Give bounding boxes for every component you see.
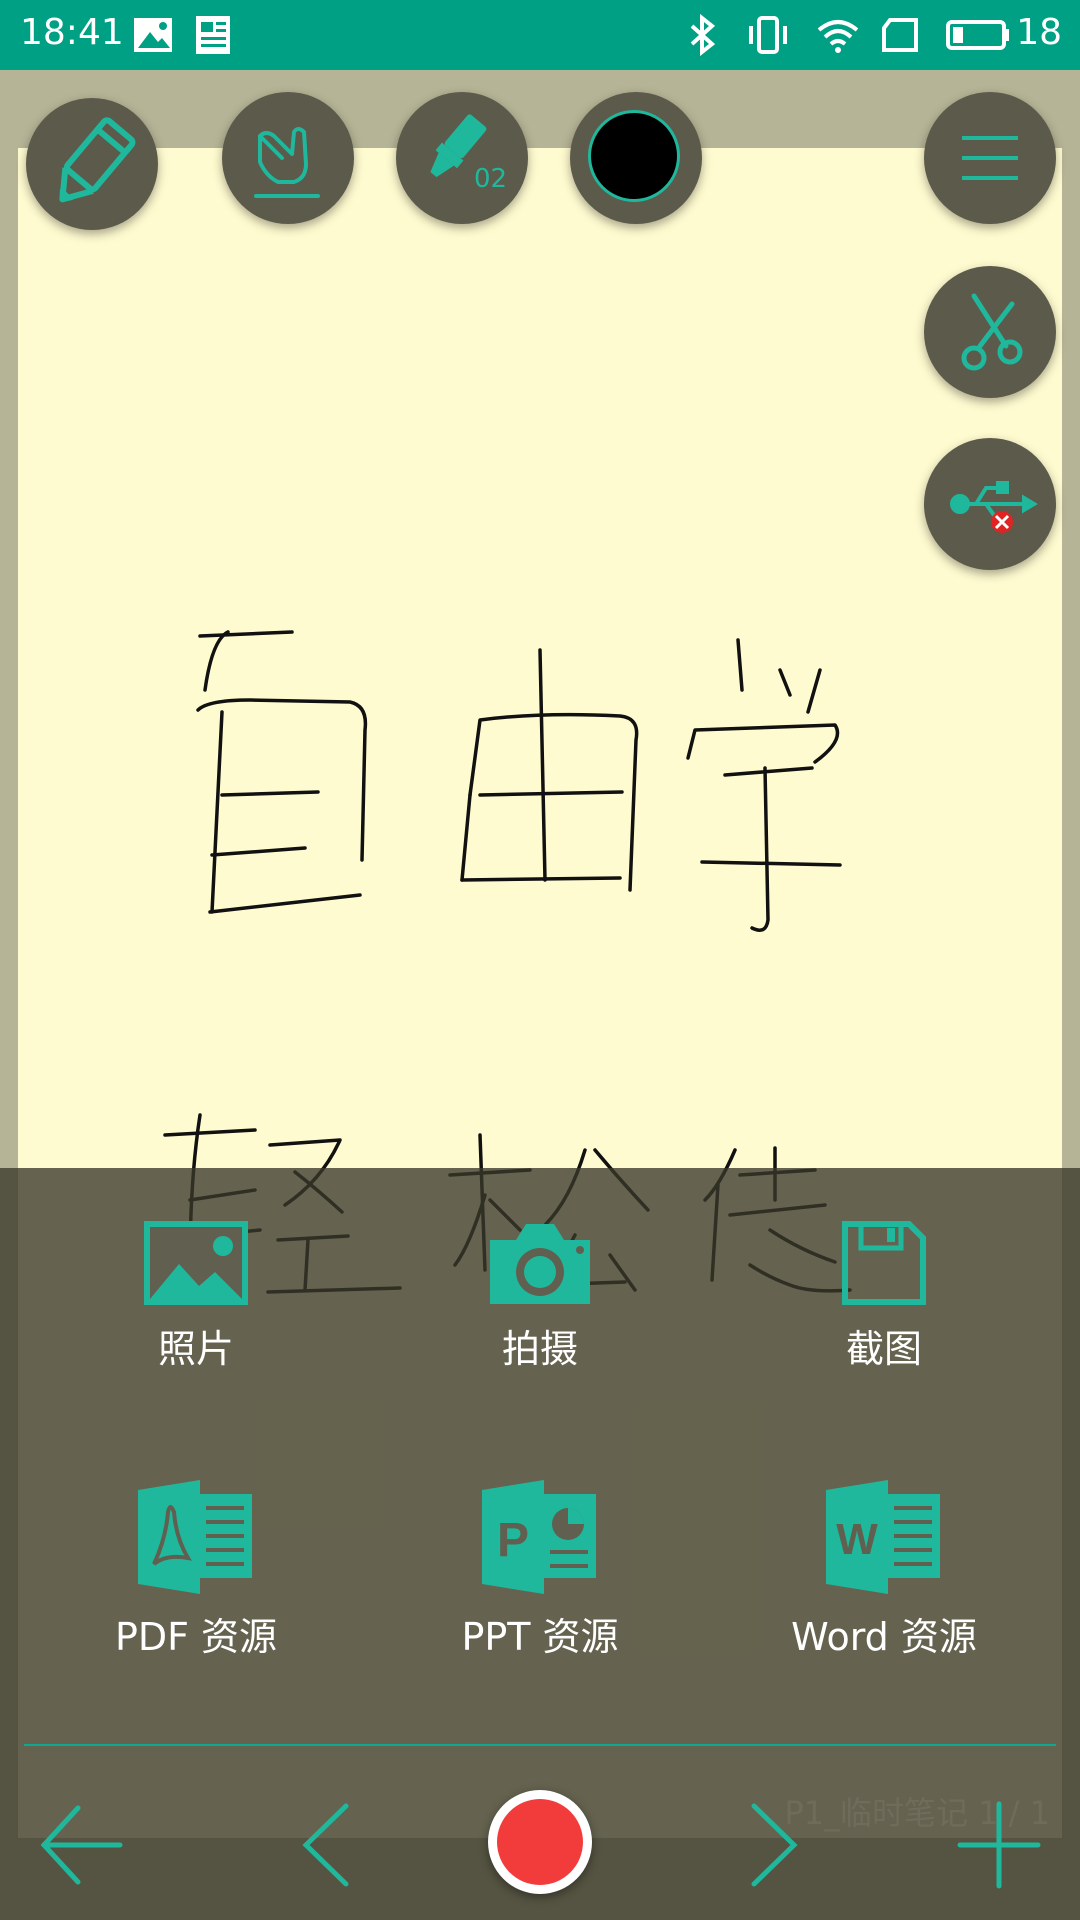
camera-option[interactable]: 拍摄 (390, 1218, 690, 1373)
scissors-button[interactable] (924, 266, 1056, 398)
marker-tool-button[interactable]: 02 (396, 92, 528, 224)
save-disk-icon (842, 1221, 926, 1305)
status-bar: 18:41 18 (0, 0, 1080, 70)
image-icon (134, 18, 172, 52)
pencil-icon (59, 117, 136, 203)
color-picker-button[interactable] (570, 92, 702, 224)
wifi-icon (817, 20, 859, 53)
word-resource-option[interactable]: W Word 资源 (734, 1478, 1034, 1661)
pdf-resource-label: PDF 资源 (114, 1615, 278, 1659)
sim-icon (882, 18, 918, 52)
pdf-resource-option[interactable]: PDF 资源 (46, 1478, 346, 1661)
highlighter-icon (430, 114, 487, 178)
ppt-resource-option[interactable]: P PPT 资源 (390, 1478, 690, 1661)
battery-level: 18 (1016, 12, 1062, 53)
battery-icon (946, 20, 1009, 50)
record-dot-icon (497, 1799, 583, 1885)
add-page-icon[interactable] (954, 1800, 1044, 1890)
menu-icon (962, 136, 1018, 180)
screenshot-option[interactable]: 截图 (734, 1218, 1034, 1373)
next-page-icon[interactable] (724, 1800, 814, 1890)
menu-button[interactable] (924, 92, 1056, 224)
vibrate-icon (749, 16, 787, 54)
pen-tool-button[interactable] (26, 98, 158, 230)
photo-option[interactable]: 照片 (46, 1218, 346, 1373)
news-icon (196, 16, 230, 54)
pdf-file-icon (138, 1480, 252, 1594)
ppt-file-icon: P (482, 1480, 596, 1594)
word-resource-label: Word 资源 (791, 1615, 977, 1659)
photo-label: 照片 (157, 1327, 234, 1371)
marker-size-label: 02 (474, 164, 508, 194)
status-time: 18:41 (20, 12, 124, 53)
camera-label: 拍摄 (501, 1327, 578, 1371)
ppt-resource-label: PPT 资源 (461, 1615, 619, 1659)
color-swatch (588, 110, 680, 202)
ppt-badge: P (497, 1514, 529, 1567)
record-button[interactable] (488, 1790, 592, 1894)
hand-tool-button[interactable] (222, 92, 354, 224)
hand-pointer-icon (254, 127, 320, 198)
usb-disconnected-icon (950, 481, 1038, 533)
bluetooth-icon (690, 13, 716, 57)
usb-button[interactable] (924, 438, 1056, 570)
footer-divider (24, 1744, 1056, 1746)
previous-page-icon[interactable] (286, 1800, 376, 1890)
camera-icon (490, 1224, 590, 1304)
word-file-icon: W (826, 1480, 940, 1594)
screenshot-label: 截图 (845, 1327, 922, 1371)
photo-icon (144, 1221, 248, 1305)
back-arrow-icon[interactable] (36, 1800, 126, 1890)
word-badge: W (836, 1515, 878, 1564)
scissors-icon (961, 293, 1023, 371)
